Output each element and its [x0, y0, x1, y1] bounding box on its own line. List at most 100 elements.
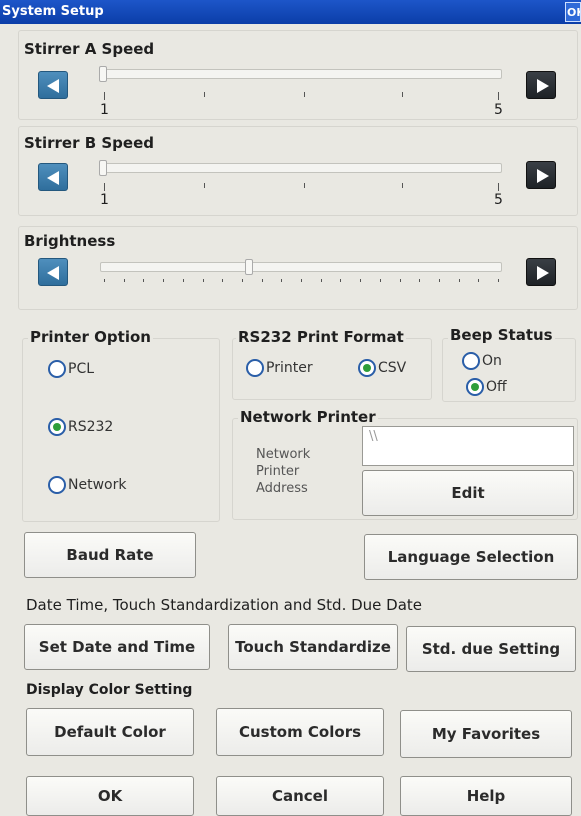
brightness-tick [379, 279, 381, 282]
brightness-tick [301, 279, 302, 282]
brightness-tick [498, 279, 499, 282]
printer-pcl-label: PCL [68, 361, 95, 377]
stirrer-b-tick [304, 183, 305, 188]
brightness-tick [478, 279, 480, 282]
title-ok-button[interactable]: OK [565, 2, 581, 22]
stirrer-b-max-label: 5 [494, 192, 503, 208]
stirrer-b-tick [204, 183, 205, 188]
brightness-tick [143, 279, 145, 282]
stirrer-a-increase-button[interactable] [526, 71, 556, 99]
radio-circle [48, 360, 66, 378]
brightness-tick [104, 279, 105, 282]
radio-circle [466, 378, 484, 396]
stirrer-b-tick [498, 183, 499, 191]
printer-network-label: Network [68, 477, 127, 493]
stirrer-a-decrease-button[interactable] [38, 71, 68, 99]
radio-circle [246, 359, 264, 377]
stirrer-b-label: Stirrer B Speed [24, 134, 154, 152]
beep-status-frame [442, 338, 576, 402]
stirrer-b-slider-track[interactable] [100, 163, 502, 173]
stirrer-b-tick [104, 183, 105, 191]
stirrer-b-min-label: 1 [100, 192, 109, 208]
brightness-tick [163, 279, 165, 282]
stirrer-a-label: Stirrer A Speed [24, 40, 155, 58]
address-label-line: Address [256, 481, 308, 496]
brightness-tick [438, 279, 440, 282]
stirrer-a-min-label: 1 [100, 102, 109, 118]
brightness-label: Brightness [24, 232, 116, 250]
brightness-tick [222, 279, 224, 282]
printer-option-label: Printer Option [28, 328, 153, 346]
ok-button[interactable]: OK [26, 776, 194, 816]
rs232-csv-label: CSV [378, 360, 407, 376]
window-title: System Setup [2, 4, 104, 19]
stirrer-b-decrease-button[interactable] [38, 163, 68, 191]
rs232-format-label: RS232 Print Format [236, 328, 406, 346]
network-printer-edit-button[interactable]: Edit [362, 470, 574, 516]
title-bar: System Setup OK [0, 0, 581, 24]
rs232-csv-radio[interactable]: CSV [358, 359, 406, 377]
radio-selected-dot [53, 423, 61, 431]
set-date-time-button[interactable]: Set Date and Time [24, 624, 210, 670]
brightness-tick [281, 279, 283, 282]
address-label-line: Network [256, 447, 311, 462]
default-color-button[interactable]: Default Color [26, 708, 194, 756]
address-label-line: Printer [256, 464, 300, 479]
printer-pcl-radio[interactable]: PCL [48, 360, 94, 378]
baud-rate-button[interactable]: Baud Rate [24, 532, 196, 578]
stirrer-a-tick [104, 92, 105, 100]
custom-colors-button[interactable]: Custom Colors [216, 708, 384, 756]
stirrer-a-slider-track[interactable] [100, 69, 502, 79]
brightness-tick [340, 279, 342, 282]
brightness-slider-track[interactable] [100, 262, 502, 272]
network-printer-label: Network Printer [238, 408, 378, 426]
beep-off-label: Off [486, 379, 507, 395]
radio-circle [358, 359, 376, 377]
stirrer-b-increase-button[interactable] [526, 161, 556, 189]
stirrer-a-max-label: 5 [494, 102, 503, 118]
brightness-tick [202, 279, 204, 282]
stirrer-a-tick [304, 92, 305, 97]
network-printer-address-label: Network Printer Address [256, 446, 310, 497]
touch-standardize-button[interactable]: Touch Standardize [228, 624, 398, 670]
radio-selected-dot [471, 383, 479, 391]
beep-off-radio[interactable]: Off [466, 378, 507, 396]
cancel-button[interactable]: Cancel [216, 776, 384, 816]
brightness-tick [241, 279, 243, 282]
printer-rs232-radio[interactable]: RS232 [48, 418, 113, 436]
brightness-slider-thumb[interactable] [244, 259, 253, 275]
brightness-tick [399, 279, 401, 282]
date-section-label: Date Time, Touch Standardization and Std… [26, 596, 423, 614]
std-due-setting-button[interactable]: Std. due Setting [406, 626, 576, 672]
stirrer-b-slider-thumb[interactable] [99, 160, 107, 176]
printer-network-radio[interactable]: Network [48, 476, 126, 494]
language-selection-button[interactable]: Language Selection [364, 534, 578, 580]
radio-circle [462, 352, 480, 370]
brightness-tick [123, 279, 125, 282]
brightness-decrease-button[interactable] [38, 258, 68, 286]
radio-circle [48, 418, 66, 436]
brightness-increase-button[interactable] [526, 258, 556, 286]
brightness-tick [458, 279, 460, 282]
brightness-tick [419, 279, 421, 282]
radio-circle [48, 476, 66, 494]
beep-on-label: On [482, 353, 502, 369]
beep-on-radio[interactable]: On [462, 352, 502, 370]
stirrer-a-tick [402, 92, 403, 97]
stirrer-a-tick [498, 92, 499, 100]
help-button[interactable]: Help [400, 776, 572, 816]
brightness-tick [360, 279, 362, 282]
stirrer-a-slider-thumb[interactable] [99, 66, 107, 82]
brightness-tick [320, 279, 322, 282]
stirrer-a-tick [204, 92, 205, 97]
brightness-tick [182, 279, 184, 282]
display-color-label: Display Color Setting [26, 682, 193, 698]
rs232-printer-label: Printer [266, 360, 313, 376]
network-printer-address-field[interactable]: \\ [362, 426, 574, 466]
my-favorites-button[interactable]: My Favorites [400, 710, 572, 758]
rs232-printer-radio[interactable]: Printer [246, 359, 313, 377]
brightness-tick [261, 279, 263, 282]
printer-rs232-label: RS232 [68, 419, 114, 435]
beep-status-label: Beep Status [448, 326, 555, 344]
stirrer-b-tick [402, 183, 403, 188]
